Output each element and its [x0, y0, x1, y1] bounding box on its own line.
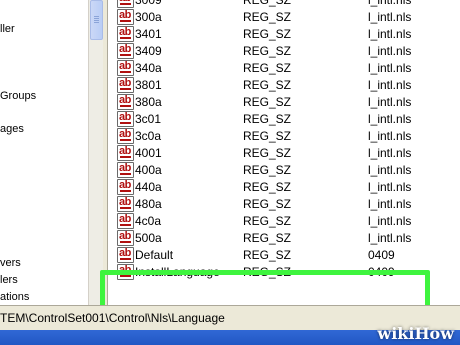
reg-string-icon [117, 145, 134, 161]
reg-string-icon [117, 94, 134, 110]
reg-string-icon [117, 247, 134, 263]
reg-string-icon [117, 9, 134, 25]
reg-string-icon [117, 230, 134, 246]
reg-string-icon [117, 213, 134, 229]
tree-item[interactable]: lers [0, 272, 18, 288]
wikihow-watermark: wikiHow [377, 324, 454, 343]
registry-values-list[interactable]: 3009REG_SZl_intl.nls300aREG_SZl_intl.nls… [108, 0, 460, 305]
tree-item[interactable]: Groups [0, 88, 36, 104]
tree-scroll-thumb[interactable] [90, 0, 103, 40]
tree-item[interactable]: ations [0, 289, 29, 305]
reg-string-icon [117, 196, 134, 212]
highlight-box [100, 270, 430, 310]
reg-string-icon [117, 26, 134, 42]
status-path: TEM\ControlSet001\Control\Nls\Language [0, 311, 225, 325]
reg-string-icon [117, 77, 134, 93]
reg-string-icon [117, 43, 134, 59]
reg-string-icon [117, 128, 134, 144]
tree-item[interactable]: ages [0, 121, 24, 137]
tree-scrollbar[interactable] [88, 0, 103, 305]
reg-string-icon [117, 179, 134, 195]
registry-tree-pane[interactable]: ller Groups ages vers lers ations [0, 0, 88, 305]
tree-item[interactable]: vers [0, 255, 21, 271]
reg-string-icon [117, 111, 134, 127]
reg-string-icon [117, 162, 134, 178]
reg-string-icon [117, 0, 134, 8]
reg-string-icon [117, 60, 134, 76]
tree-item[interactable]: ller [0, 21, 15, 37]
